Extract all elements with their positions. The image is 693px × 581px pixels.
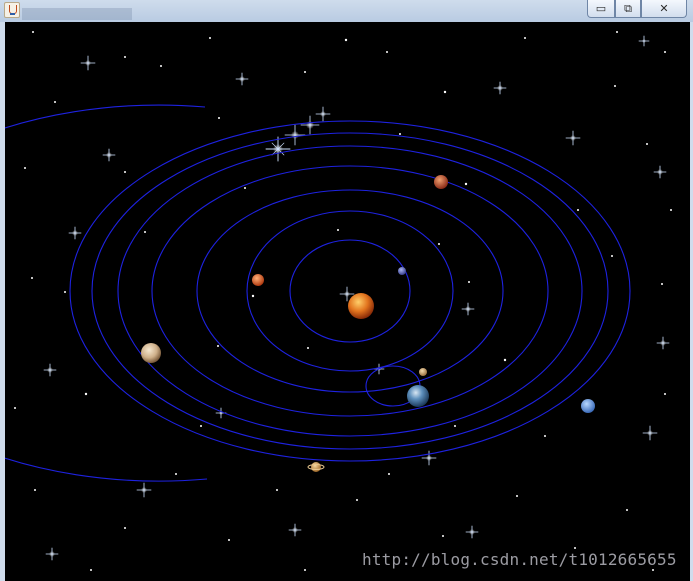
- space-background: [5, 22, 690, 581]
- sun: [348, 293, 374, 319]
- moon: [419, 368, 427, 376]
- maximize-icon: ⧉: [624, 1, 632, 15]
- maximize-button[interactable]: ⧉: [615, 0, 641, 18]
- planet-jupiter: [141, 343, 161, 363]
- planet-earth: [407, 385, 429, 407]
- minimize-button[interactable]: ▭: [587, 0, 615, 18]
- planet-uranus: [581, 399, 595, 413]
- solar-system-drawing: [5, 22, 690, 581]
- window-titlebar: ▭ ⧉ ✕: [0, 0, 693, 22]
- planet-venus: [252, 274, 264, 286]
- titlebar-ghost-text: [22, 8, 132, 20]
- planet-mars: [434, 175, 448, 189]
- watermark-url: http://blog.csdn.net/t1012665655: [362, 550, 677, 569]
- close-button[interactable]: ✕: [641, 0, 687, 18]
- planet-mercury: [398, 267, 406, 275]
- close-icon: ✕: [659, 2, 669, 15]
- minimize-icon: ▭: [595, 2, 607, 15]
- solar-system-canvas[interactable]: http://blog.csdn.net/t1012665655: [5, 22, 690, 581]
- java-app-icon[interactable]: [4, 2, 20, 18]
